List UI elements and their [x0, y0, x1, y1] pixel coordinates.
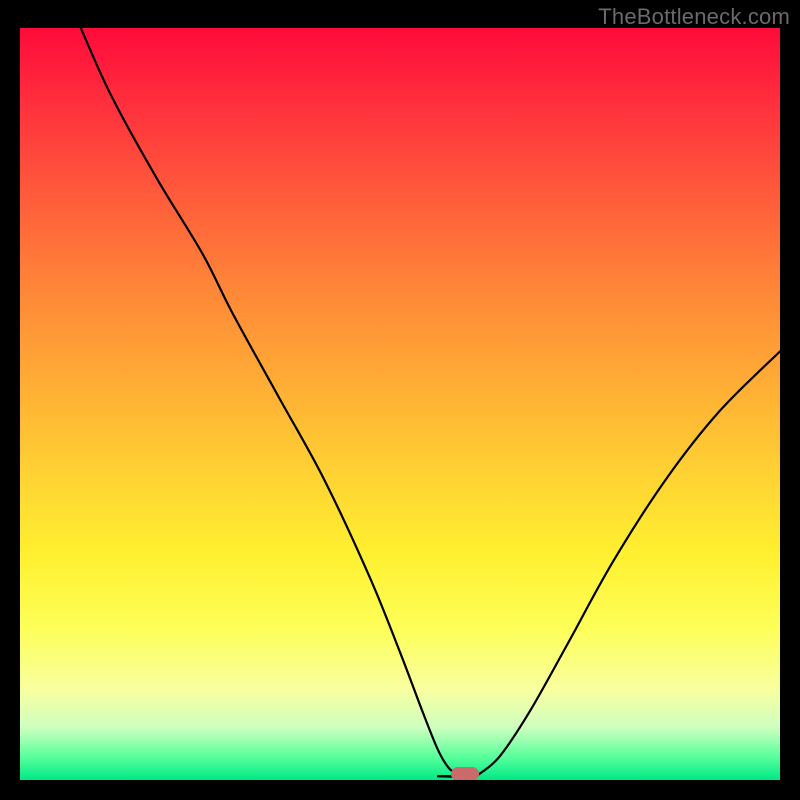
minimum-marker	[451, 767, 479, 780]
plot-area	[20, 28, 780, 780]
watermark-label: TheBottleneck.com	[598, 4, 790, 30]
curve-path	[81, 28, 780, 778]
chart-frame: TheBottleneck.com	[0, 0, 800, 800]
bottleneck-curve	[20, 28, 780, 780]
